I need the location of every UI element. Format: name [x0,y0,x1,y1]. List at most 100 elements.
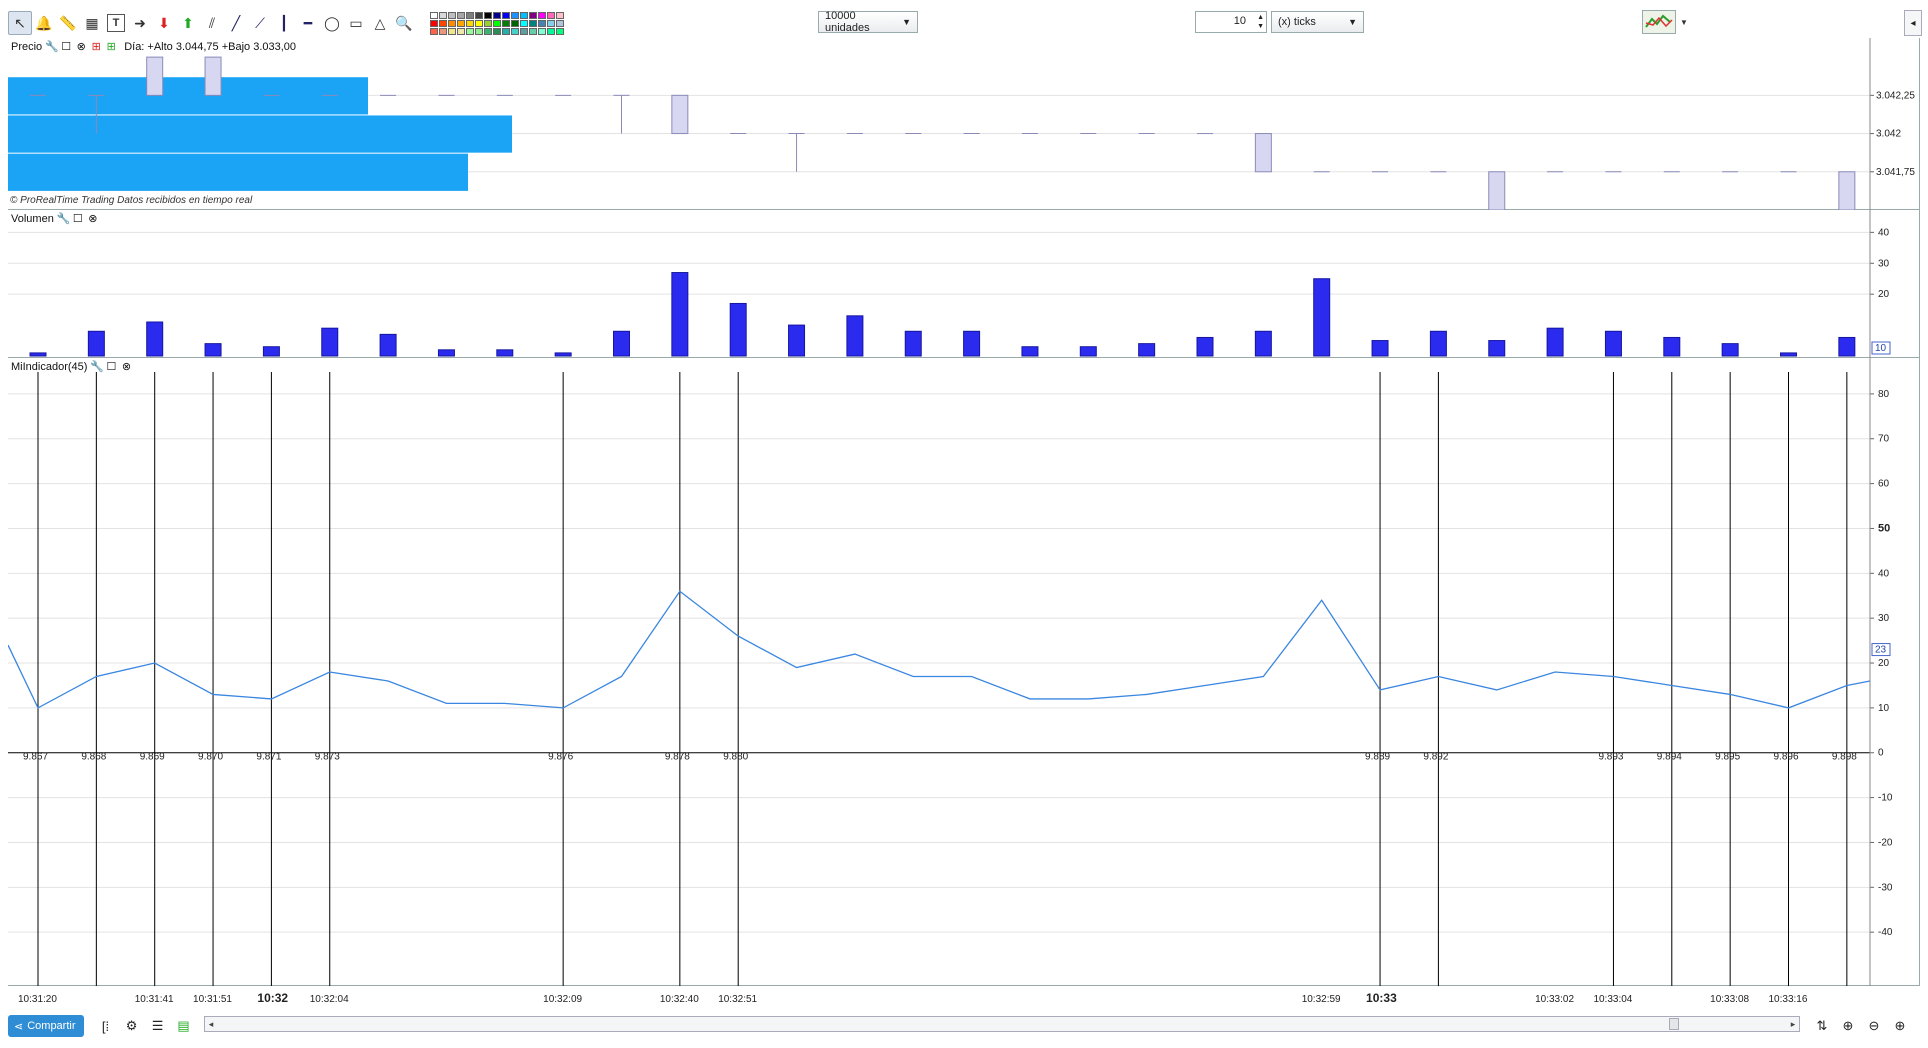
ticks-unit-dropdown[interactable]: (x) ticks ▼ [1271,11,1364,33]
add-green-icon[interactable]: ⊞ [105,40,117,53]
zoom-in-icon[interactable]: ⊕ [1888,1015,1912,1037]
palette-swatch[interactable] [448,11,456,19]
palette-swatch[interactable] [448,27,456,35]
scroll-right-icon[interactable]: ▸ [1787,1017,1799,1031]
palette-swatch[interactable] [484,27,492,35]
wrench-icon[interactable]: 🔧 [45,40,59,53]
palette-swatch[interactable] [502,11,510,19]
share-button[interactable]: ⋖ Compartir [8,1015,84,1037]
palette-swatch[interactable] [439,19,447,27]
indicator-pane[interactable]: MiIndicador(45) 🔧 ☐ ⊗ 80 70 60 50 40 30 20 10 0 -… [8,358,1920,986]
zoom-out-icon[interactable]: ⊖ [1862,1015,1886,1037]
palette-swatch[interactable] [547,11,555,19]
auto-scale-icon[interactable]: ⇅ [1810,1015,1834,1037]
palette-swatch[interactable] [466,27,474,35]
arrow-down-red-icon[interactable]: ⬇ [152,11,176,35]
horizontal-scrollbar[interactable]: ◂ ▸ [204,1016,1800,1032]
chart-window: ↖ 🔔 📏 ▦ T ➜ ⬇ ⬆ ⫽ ╱ ⟋ ┃ ━ ◯ ▭ △ 🔍 10000 … [0,0,1928,1048]
palette-swatch[interactable] [538,19,546,27]
palette-swatch[interactable] [475,19,483,27]
palette-swatch[interactable] [556,19,564,27]
vertical-line-icon[interactable]: ┃ [272,11,296,35]
palette-swatch[interactable] [430,19,438,27]
ticks-count-input[interactable]: 10 ▲ ▼ [1195,11,1267,33]
bracket-tool-icon[interactable]: [⁞ [94,1015,118,1037]
arrow-right-icon[interactable]: ➜ [128,11,152,35]
maximize-icon[interactable]: ☐ [60,40,72,53]
palette-swatch[interactable] [439,27,447,35]
volume-bar [729,302,747,357]
close-icon[interactable]: ⊗ [75,40,87,53]
palette-swatch[interactable] [556,27,564,35]
palette-swatch[interactable] [529,19,537,27]
palette-swatch[interactable] [439,11,447,19]
palette-swatch[interactable] [466,11,474,19]
palette-swatch[interactable] [430,11,438,19]
palette-swatch[interactable] [493,19,501,27]
palette-swatch[interactable] [484,11,492,19]
palette-swatch[interactable] [538,27,546,35]
palette-swatch[interactable] [457,19,465,27]
palette-swatch[interactable] [484,19,492,27]
trend-line-icon[interactable]: ╱ [224,11,248,35]
palette-swatch[interactable] [529,11,537,19]
palette-swatch[interactable] [547,19,555,27]
ellipse-tool-icon[interactable]: ◯ [320,11,344,35]
text-tool-icon[interactable]: T [107,14,125,32]
palette-swatch[interactable] [475,27,483,35]
add-red-icon[interactable]: ⊞ [90,40,102,53]
color-palette[interactable] [430,11,564,35]
price-pane[interactable]: Precio 🔧 ☐ ⊗ ⊞ ⊞ Día: +Alto 3.044,75 +Ba… [8,38,1920,210]
palette-swatch[interactable] [493,27,501,35]
palette-swatch[interactable] [529,27,537,35]
list-view-icon[interactable]: ☰ [146,1015,170,1037]
palette-swatch[interactable] [475,11,483,19]
zoom-fit-icon[interactable]: ⊕ [1836,1015,1860,1037]
palette-swatch[interactable] [556,11,564,19]
pointer-tool-icon[interactable]: ↖ [8,11,32,35]
scroll-thumb[interactable] [1669,1018,1679,1030]
spinner-arrows-icon[interactable]: ▲ ▼ [1257,13,1264,31]
triangle-tool-icon[interactable]: △ [368,11,392,35]
chart-style-chevron-icon[interactable]: ▼ [1678,12,1690,32]
palette-swatch[interactable] [457,27,465,35]
scroll-left-icon[interactable]: ◂ [205,1017,217,1031]
palette-swatch[interactable] [520,27,528,35]
palette-swatch[interactable] [430,27,438,35]
wrench-icon[interactable]: 🔧 [57,212,71,225]
units-dropdown[interactable]: 10000 unidades ▼ [818,10,918,34]
palette-swatch[interactable] [448,19,456,27]
grid-view-icon[interactable]: ▤ [172,1015,196,1037]
chart-style-button[interactable] [1642,10,1676,34]
indicator-icon[interactable]: ▦ [80,11,104,35]
maximize-icon[interactable]: ☐ [72,212,84,225]
link-settings-icon[interactable]: ⚙ [120,1015,144,1037]
zoom-magnifier-icon[interactable]: 🔍 [392,11,416,35]
close-icon[interactable]: ⊗ [120,360,132,373]
palette-swatch[interactable] [520,19,528,27]
palette-swatch[interactable] [457,11,465,19]
close-icon[interactable]: ⊗ [87,212,99,225]
palette-swatch[interactable] [538,11,546,19]
collapse-panel-icon[interactable]: ◂ [1904,10,1922,36]
palette-swatch[interactable] [547,27,555,35]
palette-swatch[interactable] [520,11,528,19]
ruler-icon[interactable]: 📏 [56,11,80,35]
volume-pane-title: Volumen [11,212,54,225]
volume-pane[interactable]: Volumen 🔧 ☐ ⊗ 40 30 20 10 [8,210,1920,358]
palette-swatch[interactable] [502,19,510,27]
palette-swatch[interactable] [502,27,510,35]
palette-swatch[interactable] [493,11,501,19]
palette-swatch[interactable] [511,19,519,27]
palette-swatch[interactable] [466,19,474,27]
rectangle-tool-icon[interactable]: ▭ [344,11,368,35]
arrow-up-green-icon[interactable]: ⬆ [176,11,200,35]
alert-bell-icon[interactable]: 🔔 [32,11,56,35]
palette-swatch[interactable] [511,11,519,19]
palette-swatch[interactable] [511,27,519,35]
segment-line-icon[interactable]: ⟋ [248,11,272,35]
horizontal-line-icon[interactable]: ━ [296,11,320,35]
wrench-icon[interactable]: 🔧 [90,360,104,373]
maximize-icon[interactable]: ☐ [105,360,117,373]
trend-channel-icon[interactable]: ⫽ [200,11,224,35]
